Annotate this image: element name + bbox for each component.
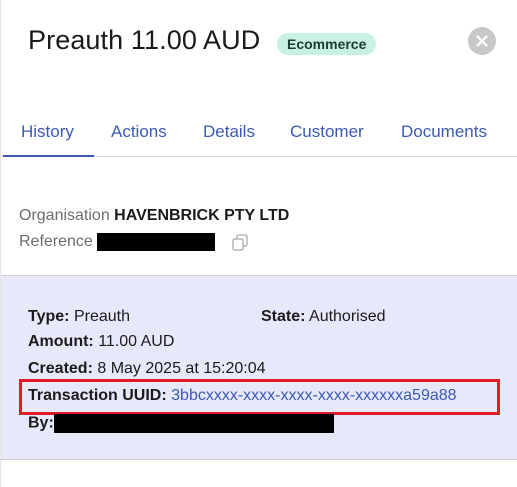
organisation-section: Organisation HAVENBRICK PTY LTD Referenc…: [1, 158, 517, 275]
reference-label: Reference: [19, 233, 93, 251]
uuid-highlight-box: [19, 379, 500, 415]
transaction-details: Type: Preauth State: Authorised Amount: …: [1, 275, 517, 460]
close-button[interactable]: [468, 27, 496, 55]
copy-icon[interactable]: [232, 234, 248, 251]
organisation-label: Organisation: [19, 207, 110, 224]
reference-line: Reference: [19, 233, 216, 251]
organisation-value: HAVENBRICK PTY LTD: [114, 207, 290, 224]
tab-history[interactable]: History: [21, 122, 74, 142]
by-redacted: [54, 414, 335, 433]
amount-label: Amount:: [28, 333, 94, 350]
channel-badge: Ecommerce: [277, 33, 377, 55]
tab-customer[interactable]: Customer: [290, 122, 364, 142]
by-row: By:: [28, 414, 335, 433]
by-label: By:: [28, 414, 54, 432]
transaction-panel: Preauth 11.00 AUD Ecommerce History Acti…: [0, 0, 517, 487]
organisation-line: Organisation HAVENBRICK PTY LTD: [19, 207, 289, 225]
state-value: Authorised: [309, 308, 386, 325]
tab-documents[interactable]: Documents: [401, 122, 487, 142]
tab-actions[interactable]: Actions: [111, 122, 167, 142]
created-row: Created: 8 May 2025 at 15:20:04: [28, 360, 265, 378]
reference-redacted: [97, 233, 216, 251]
state-row: State: Authorised: [261, 308, 386, 326]
created-label: Created:: [28, 360, 93, 377]
tab-bar: History Actions Details Customer Documen…: [1, 110, 517, 157]
page-title: Preauth 11.00 AUD: [28, 25, 261, 55]
amount-value: 11.00 AUD: [98, 333, 175, 350]
amount-row: Amount: 11.00 AUD: [28, 333, 174, 351]
close-icon: [476, 35, 488, 47]
active-tab-indicator: [3, 155, 94, 157]
tab-details[interactable]: Details: [203, 122, 255, 142]
type-row: Type: Preauth: [28, 308, 130, 326]
type-label: Type:: [28, 308, 70, 325]
created-value: 8 May 2025 at 15:20:04: [97, 360, 266, 377]
panel-header: Preauth 11.00 AUD Ecommerce: [1, 0, 517, 90]
state-label: State:: [261, 308, 306, 325]
type-value: Preauth: [73, 308, 130, 325]
